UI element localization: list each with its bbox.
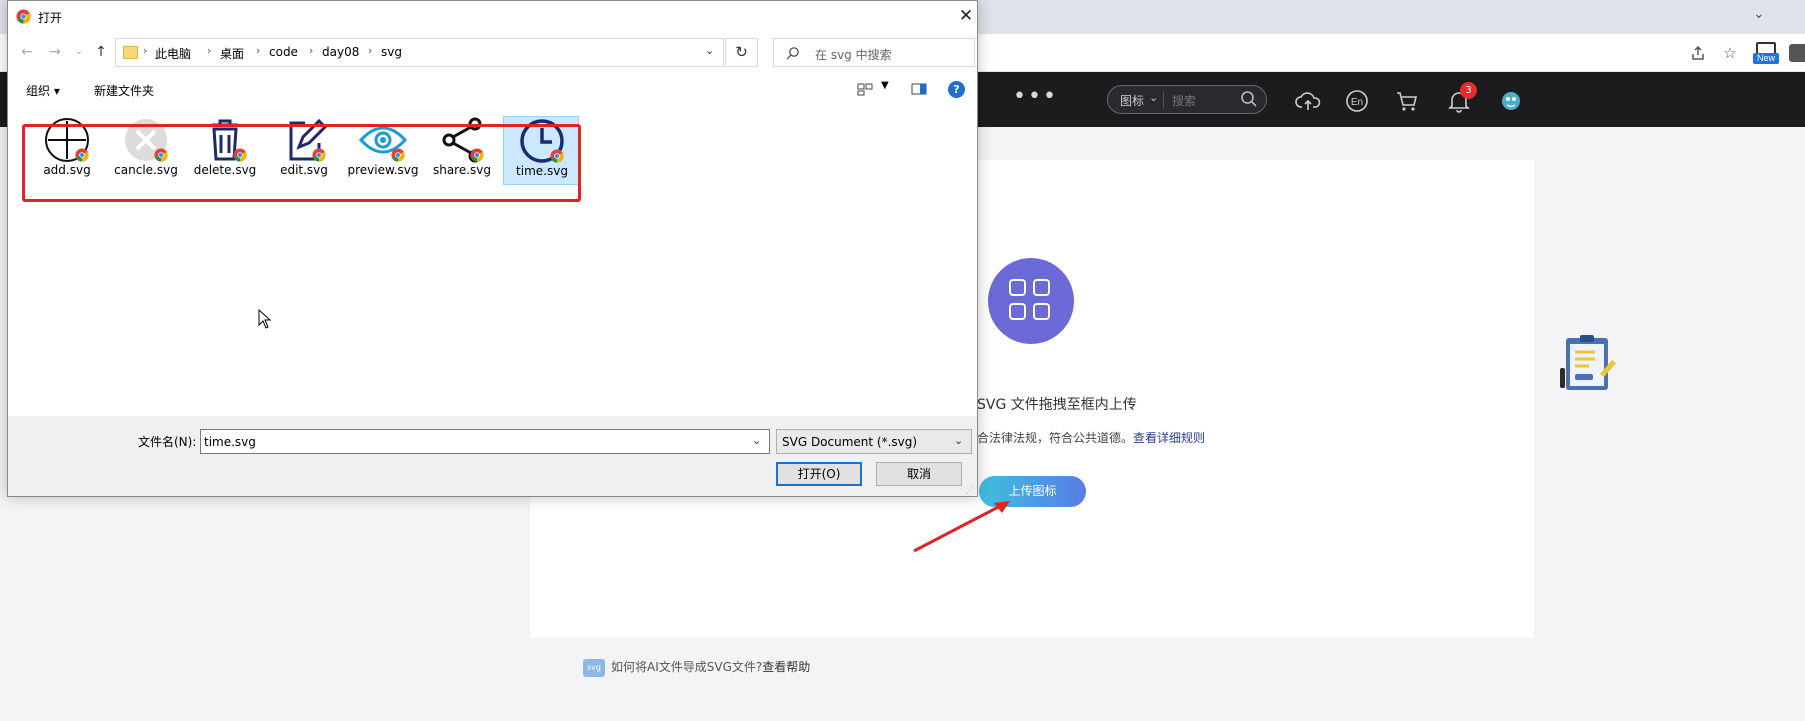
divider bbox=[1163, 92, 1164, 108]
refresh-icon[interactable]: ↻ bbox=[725, 38, 758, 67]
new-feature-icon[interactable]: New bbox=[1753, 42, 1779, 64]
language-label: En bbox=[1351, 97, 1363, 108]
address-bar[interactable]: › 此电脑 › 桌面 › code › day08 › svg ⌄ bbox=[115, 38, 724, 67]
folder-search-input[interactable]: 在 svg 中搜索 bbox=[773, 38, 975, 67]
close-icon[interactable]: ✕ bbox=[955, 5, 977, 27]
filetype-value: SVG Document (*.svg) bbox=[782, 435, 918, 449]
breadcrumb-separator-icon: › bbox=[207, 44, 212, 57]
upload-hint-title: SVG 文件拖拽至框内上传 bbox=[977, 397, 1137, 413]
help-row: svg 如何将AI文件导成SVG文件?查看帮助 bbox=[583, 658, 810, 680]
help-question: 如何将AI文件导成SVG文件? bbox=[611, 660, 763, 674]
folder-icon bbox=[123, 46, 138, 59]
recent-locations-chevron-icon[interactable]: ⌄ bbox=[70, 43, 88, 61]
new-folder-button[interactable]: 新建文件夹 bbox=[94, 82, 154, 99]
svg-file-icon: svg bbox=[583, 658, 605, 677]
back-arrow-icon[interactable]: ← bbox=[18, 43, 36, 61]
up-folder-arrow-icon[interactable]: ↑ bbox=[92, 43, 110, 61]
preview-pane-icon[interactable] bbox=[910, 80, 928, 98]
address-history-chevron-icon[interactable]: ⌄ bbox=[705, 44, 714, 57]
organize-menu-button[interactable]: 组织 ▾ bbox=[26, 82, 60, 99]
upload-hint-rule: 合法律法规，符合公共道德。查看详细规则 bbox=[977, 429, 1205, 446]
breadcrumb-item[interactable]: code bbox=[269, 45, 298, 59]
search-icon bbox=[786, 47, 799, 60]
breadcrumb-separator-icon: › bbox=[309, 44, 314, 57]
red-highlight-box bbox=[22, 124, 581, 202]
folder-search-placeholder: 在 svg 中搜索 bbox=[815, 48, 892, 62]
command-bar: 组织 ▾ 新建文件夹 ▼ ? bbox=[8, 76, 977, 103]
tab-search-chevron-icon[interactable]: ⌄ bbox=[1753, 6, 1765, 22]
resize-grip-icon[interactable]: ⋰ bbox=[966, 487, 976, 495]
clipboard-illustration-icon bbox=[1560, 335, 1616, 390]
breadcrumb-separator-icon: › bbox=[256, 44, 261, 57]
filetype-chevron-icon[interactable]: ⌄ bbox=[954, 434, 963, 447]
user-avatar[interactable] bbox=[1498, 88, 1524, 114]
cloud-upload-icon[interactable] bbox=[1295, 88, 1321, 114]
more-menu-icon[interactable]: ••• bbox=[1013, 86, 1058, 108]
language-icon[interactable]: En bbox=[1344, 88, 1370, 114]
filename-history-chevron-icon[interactable]: ⌄ bbox=[752, 434, 761, 447]
breadcrumb-separator-icon: › bbox=[143, 44, 148, 57]
breadcrumb-item[interactable]: 桌面 bbox=[220, 45, 244, 62]
help-link[interactable]: 查看帮助 bbox=[762, 660, 810, 674]
dialog-title: 打开 bbox=[38, 11, 63, 25]
view-dropdown-chevron-icon[interactable]: ▼ bbox=[881, 80, 889, 91]
file-open-dialog: 打开 ✕ ← → ⌄ ↑ › 此电脑 › 桌面 › code › day08 ›… bbox=[7, 0, 978, 497]
cancel-button[interactable]: 取消 bbox=[876, 462, 962, 486]
bookmark-star-icon[interactable]: ☆ bbox=[1719, 42, 1741, 64]
breadcrumb-separator-icon: › bbox=[368, 44, 373, 57]
cart-icon[interactable] bbox=[1394, 88, 1420, 114]
breadcrumb-item[interactable]: svg bbox=[381, 45, 402, 59]
filetype-select[interactable]: SVG Document (*.svg) ⌄ bbox=[776, 429, 972, 454]
chrome-logo-icon bbox=[16, 9, 31, 24]
search-scope-label[interactable]: 图标 bbox=[1120, 92, 1144, 109]
filename-label: 文件名(N): bbox=[138, 435, 197, 449]
view-options-icon[interactable] bbox=[856, 80, 874, 98]
search-icon[interactable] bbox=[1240, 90, 1258, 108]
grid-apps-icon bbox=[988, 258, 1074, 344]
dialog-footer: 文件名(N): ⌄ SVG Document (*.svg) ⌄ 打开(O) 取… bbox=[8, 416, 977, 496]
extensions-puzzle-icon[interactable] bbox=[1789, 44, 1805, 62]
chevron-down-icon[interactable]: ⌄ bbox=[1149, 91, 1158, 104]
mouse-cursor-icon bbox=[258, 309, 272, 329]
notification-count-badge: 3 bbox=[1460, 82, 1477, 99]
site-search-placeholder: 搜索 bbox=[1172, 94, 1197, 108]
filename-field[interactable]: ⌄ bbox=[200, 429, 770, 454]
rule-link[interactable]: 查看详细规则 bbox=[1133, 431, 1205, 445]
file-list-view[interactable]: add.svg cancle.svg delete.svg edit.svg p… bbox=[8, 105, 977, 417]
red-annotation-arrow-icon bbox=[913, 501, 1010, 553]
share-page-icon[interactable] bbox=[1687, 42, 1709, 64]
dialog-titlebar[interactable]: 打开 ✕ bbox=[8, 1, 977, 31]
filename-input[interactable] bbox=[204, 433, 744, 451]
site-search-box[interactable]: 图标 ⌄ 搜索 bbox=[1107, 85, 1267, 114]
help-icon[interactable]: ? bbox=[948, 81, 965, 98]
new-badge-label: New bbox=[1753, 53, 1779, 64]
open-button[interactable]: 打开(O) bbox=[776, 462, 862, 486]
breadcrumb-item[interactable]: day08 bbox=[322, 45, 359, 59]
breadcrumb-item[interactable]: 此电脑 bbox=[155, 45, 191, 62]
rule-text: 合法律法规，符合公共道德。 bbox=[977, 431, 1134, 445]
forward-arrow-icon[interactable]: → bbox=[46, 43, 64, 61]
